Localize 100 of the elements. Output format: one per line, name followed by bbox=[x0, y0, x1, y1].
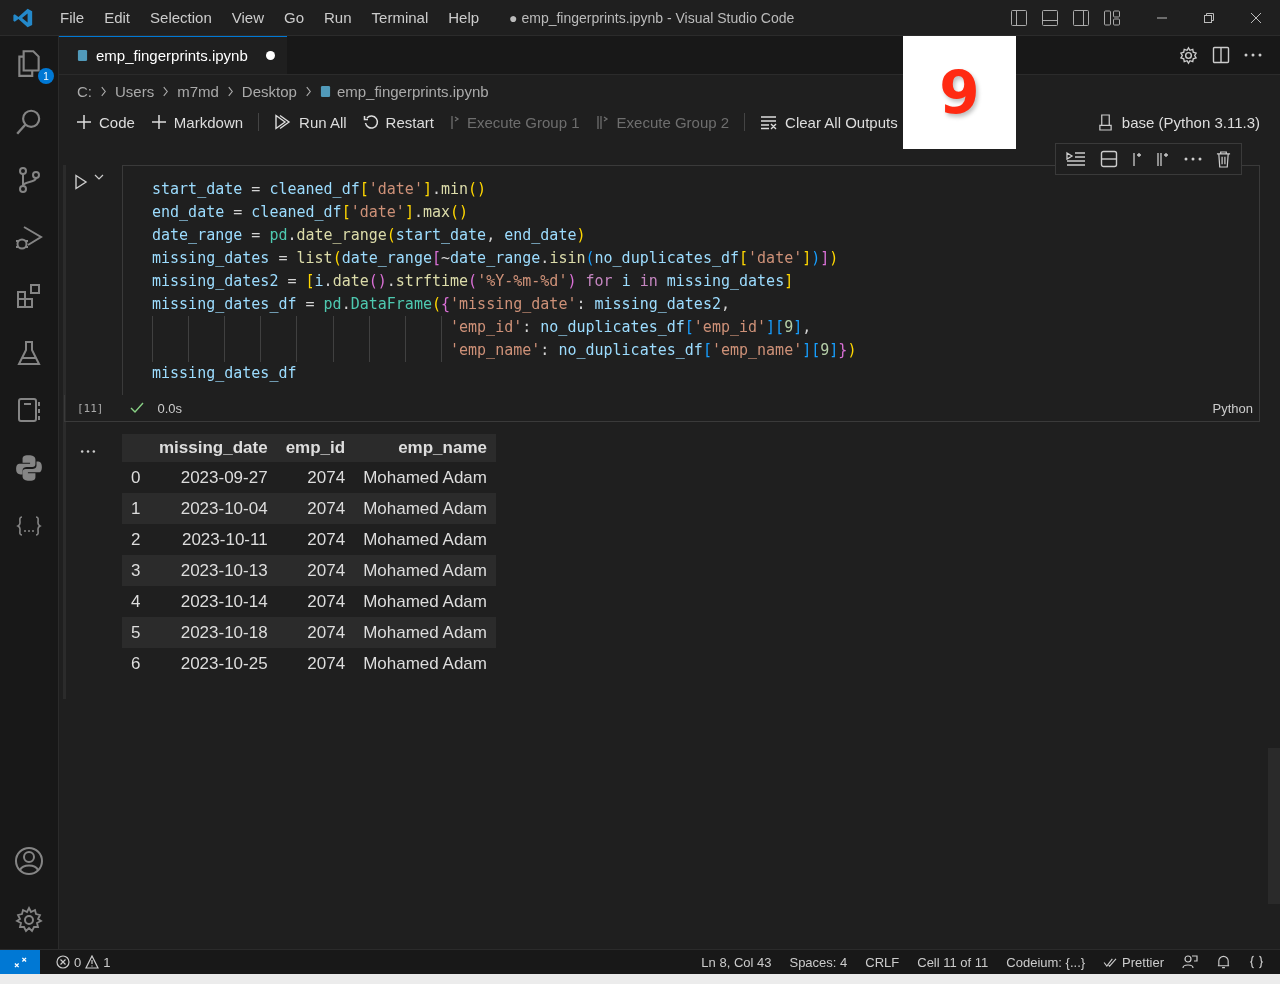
editor-tab[interactable]: emp_fingerprints.ipynb bbox=[59, 36, 287, 74]
menu-item[interactable]: Edit bbox=[94, 9, 141, 26]
code-token: date_range bbox=[341, 248, 432, 269]
code-token: cleaned_df bbox=[251, 202, 342, 223]
menu-item[interactable]: Selection bbox=[140, 9, 222, 26]
status-item[interactable]: CRLF bbox=[865, 954, 900, 970]
execute-above-icon[interactable] bbox=[1132, 151, 1142, 167]
execution-count: [11] bbox=[77, 401, 104, 415]
status-item[interactable]: Cell 11 of 11 bbox=[917, 954, 989, 970]
code-token: . bbox=[413, 202, 423, 223]
table-cell: Mohamed Adam bbox=[354, 524, 496, 555]
flask-icon[interactable] bbox=[15, 339, 43, 367]
problems-indicator[interactable]: 0 1 bbox=[52, 952, 115, 972]
toolbar-button[interactable]: Restart bbox=[356, 111, 440, 133]
code-token: missing_dates bbox=[666, 271, 785, 292]
code-token: ][ bbox=[802, 340, 821, 361]
code-token: = bbox=[250, 225, 262, 246]
code-token: missing_dates2 bbox=[594, 294, 721, 315]
menu-item[interactable]: Run bbox=[314, 9, 362, 26]
prettier-label: Prettier bbox=[1122, 954, 1164, 970]
code-token: ] bbox=[784, 271, 794, 292]
toolbar-button[interactable]: Run All bbox=[268, 111, 353, 133]
execute-below-icon[interactable] bbox=[1156, 151, 1170, 167]
breadcrumb-item[interactable]: m7md bbox=[177, 82, 219, 100]
extensions-icon[interactable] bbox=[15, 282, 43, 310]
python-icon[interactable] bbox=[14, 453, 44, 483]
run-cell-icon[interactable] bbox=[74, 174, 88, 190]
restart-icon bbox=[362, 114, 379, 130]
code-token: ( bbox=[431, 294, 441, 315]
braces-icon[interactable] bbox=[1249, 954, 1264, 970]
code-token: . bbox=[540, 248, 550, 269]
menu-item[interactable]: Help bbox=[438, 9, 490, 26]
layout-sidebar-icon[interactable] bbox=[1010, 8, 1028, 27]
row-index: 3 bbox=[122, 555, 150, 586]
close-icon[interactable] bbox=[1250, 11, 1262, 24]
code-token: [ bbox=[305, 271, 315, 292]
code-editor[interactable] bbox=[122, 165, 1260, 395]
table-cell: 2023-10-11 bbox=[150, 524, 277, 555]
menu-item[interactable]: File bbox=[50, 9, 95, 26]
code-token: 'missing_date' bbox=[450, 294, 577, 315]
prettier-status[interactable]: Prettier bbox=[1103, 954, 1164, 970]
code-token: date bbox=[332, 271, 369, 292]
chevron-icon bbox=[226, 85, 234, 97]
toolbar-button[interactable]: Clear All Outputs bbox=[754, 111, 904, 133]
menu-item[interactable]: Terminal bbox=[361, 9, 439, 26]
execute-group-icon bbox=[449, 114, 460, 130]
row-index: 0 bbox=[122, 462, 150, 493]
more-icon[interactable] bbox=[80, 449, 96, 454]
code-token: ( bbox=[332, 248, 342, 269]
code-token: , bbox=[802, 317, 812, 338]
row-index: 6 bbox=[122, 648, 150, 679]
menu-item[interactable]: Go bbox=[274, 9, 314, 26]
status-item[interactable]: Ln 8, Col 43 bbox=[701, 954, 772, 970]
more-icon[interactable] bbox=[1244, 52, 1262, 58]
notifications-icon[interactable] bbox=[1216, 954, 1231, 970]
table-cell: Mohamed Adam bbox=[354, 493, 496, 524]
layout-panel-icon[interactable] bbox=[1041, 8, 1059, 27]
split-cell-icon[interactable] bbox=[1100, 150, 1118, 168]
breadcrumb-item[interactable]: emp_fingerprints.ipynb bbox=[336, 82, 489, 100]
more-icon[interactable] bbox=[1184, 156, 1202, 162]
toolbar-button[interactable]: Code bbox=[70, 111, 141, 133]
run-below-icon[interactable] bbox=[1066, 151, 1086, 167]
toolbar-button[interactable]: Markdown bbox=[144, 111, 250, 133]
code-token: , bbox=[720, 294, 730, 315]
code-token: } bbox=[838, 340, 848, 361]
code-token: missing_dates bbox=[152, 248, 270, 269]
code-token: ) bbox=[847, 340, 857, 361]
code-token: 'emp_id' bbox=[450, 317, 523, 338]
breadcrumb-item[interactable]: Users bbox=[115, 82, 155, 100]
code-token: ][ bbox=[766, 317, 785, 338]
kernel-picker[interactable]: base (Python 3.11.3) bbox=[1091, 112, 1266, 132]
table-cell: 2074 bbox=[276, 648, 355, 679]
cell-language[interactable]: Python bbox=[1212, 400, 1259, 416]
breadcrumb-item[interactable]: Desktop bbox=[241, 82, 297, 100]
breadcrumb-item[interactable]: C: bbox=[77, 82, 92, 100]
chevron-down-icon[interactable] bbox=[94, 174, 104, 180]
split-editor-icon[interactable] bbox=[1212, 46, 1230, 64]
delete-icon[interactable] bbox=[1216, 150, 1231, 168]
status-item[interactable]: Spaces: 4 bbox=[789, 954, 848, 970]
status-item[interactable]: Codeium: {...} bbox=[1006, 954, 1086, 970]
feedback-icon[interactable] bbox=[1182, 954, 1198, 970]
menu-item[interactable]: View bbox=[221, 9, 274, 26]
restore-icon[interactable] bbox=[1203, 11, 1215, 24]
settings-icon[interactable] bbox=[14, 905, 44, 935]
table-cell: Mohamed Adam bbox=[354, 555, 496, 586]
account-icon[interactable] bbox=[14, 846, 44, 876]
code-token: pd bbox=[323, 294, 342, 315]
notebook-icon[interactable] bbox=[15, 396, 43, 424]
table-cell: 2074 bbox=[276, 617, 355, 648]
row-index: 2 bbox=[122, 524, 150, 555]
code-token: 'date' bbox=[748, 248, 803, 269]
remote-button[interactable] bbox=[0, 950, 40, 974]
settings-icon[interactable] bbox=[1179, 45, 1198, 65]
code-token: ( bbox=[386, 225, 396, 246]
customize-layout-icon[interactable] bbox=[1103, 8, 1121, 27]
chevron-icon bbox=[162, 85, 170, 97]
code-token: : bbox=[540, 340, 551, 361]
layout-secondary-icon[interactable] bbox=[1072, 8, 1090, 27]
table-cell: 2074 bbox=[276, 524, 355, 555]
warning-count: 1 bbox=[103, 954, 111, 970]
